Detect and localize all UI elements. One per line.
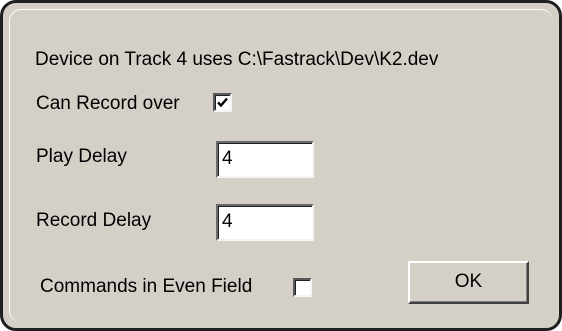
commands-even-field-label: Commands in Even Field bbox=[40, 276, 253, 297]
can-record-over-checkbox[interactable] bbox=[213, 93, 232, 112]
ok-button[interactable]: OK bbox=[408, 261, 529, 304]
device-info-text: Device on Track 4 uses C:\Fastrack\Dev\K… bbox=[35, 49, 439, 70]
can-record-over-label: Can Record over bbox=[36, 93, 180, 114]
play-delay-field[interactable]: 4 bbox=[216, 141, 314, 178]
commands-even-field-checkbox[interactable] bbox=[293, 278, 312, 297]
record-delay-label: Record Delay bbox=[36, 210, 152, 231]
device-settings-dialog: Device on Track 4 uses C:\Fastrack\Dev\K… bbox=[0, 0, 562, 331]
checkmark-icon bbox=[217, 97, 228, 108]
play-delay-label: Play Delay bbox=[36, 146, 127, 167]
record-delay-field[interactable]: 4 bbox=[216, 204, 314, 241]
